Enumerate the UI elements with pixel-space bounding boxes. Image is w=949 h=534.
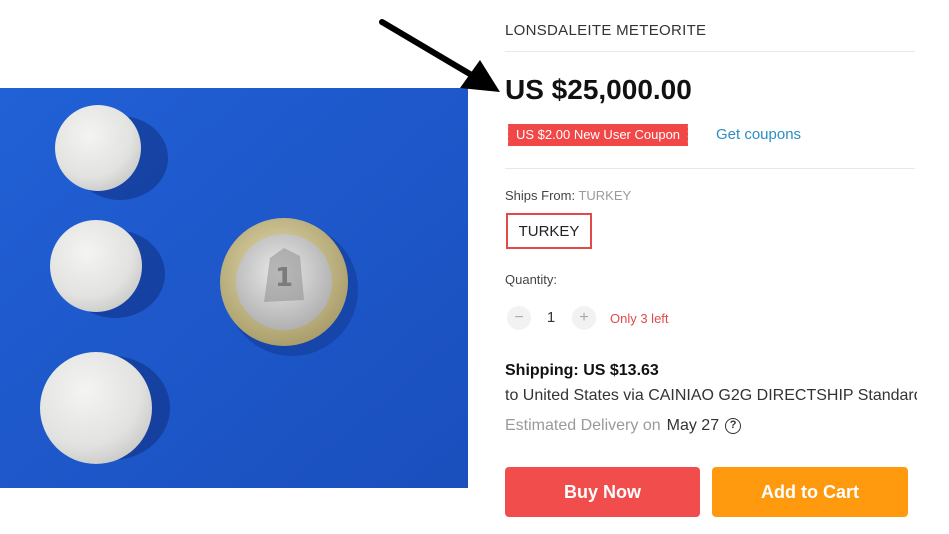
product-image: 1 [0, 88, 468, 488]
ship-from-option-turkey[interactable]: TURKEY [506, 213, 592, 249]
delivery-date: May 27 [666, 417, 720, 434]
shipping-details: to United States via CAINIAO G2G DIRECTS… [505, 387, 917, 404]
coupon-badge[interactable]: US $2.00 New User Coupon [505, 124, 689, 146]
ships-from-value: TURKEY [578, 188, 632, 203]
divider [505, 168, 915, 169]
product-price: US $25,000.00 [505, 74, 692, 105]
svg-text:1: 1 [275, 263, 293, 293]
delivery-label: Estimated Delivery on [505, 417, 661, 434]
minus-icon[interactable]: − [507, 306, 531, 330]
arrow-icon [379, 19, 500, 92]
estimated-delivery: Estimated Delivery on May 27 ? [505, 417, 742, 435]
ships-from-label: Ships From: TURKEY [505, 188, 631, 203]
quantity-value[interactable]: 1 [543, 309, 559, 326]
plus-icon[interactable]: + [572, 306, 596, 330]
stock-note: Only 3 left [610, 311, 669, 326]
product-title: LONSDALEITE METEORITE [505, 22, 707, 39]
buy-now-button[interactable]: Buy Now [505, 467, 700, 517]
quantity-label: Quantity: [505, 272, 558, 287]
ships-from-text: Ships From: [505, 188, 576, 203]
question-circle-icon[interactable]: ? [725, 418, 742, 434]
shipping-heading: Shipping: US $13.63 [505, 362, 659, 379]
get-coupons-link[interactable]: Get coupons [716, 126, 801, 143]
divider [505, 51, 915, 52]
add-to-cart-button[interactable]: Add to Cart [712, 467, 908, 517]
